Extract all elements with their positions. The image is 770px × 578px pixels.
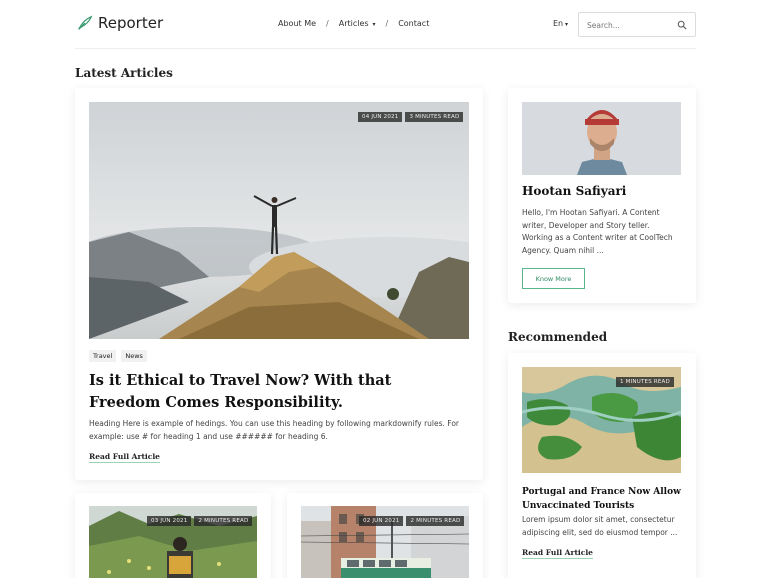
author-name: Hootan Safiyari bbox=[522, 184, 627, 198]
read-time-badge: 3 MINUTES READ bbox=[405, 112, 464, 122]
featured-article-title[interactable]: Is it Ethical to Travel Now? With that F… bbox=[89, 370, 459, 414]
site-logo[interactable]: Reporter bbox=[76, 14, 163, 32]
search-input[interactable] bbox=[579, 14, 669, 37]
read-time-badge: 2 MINUTES READ bbox=[406, 516, 465, 526]
search-icon[interactable] bbox=[677, 20, 687, 30]
read-time-badge: 1 MINUTES READ bbox=[616, 377, 674, 387]
header-divider bbox=[75, 48, 696, 49]
nav-separator: / bbox=[385, 19, 389, 28]
author-avatar bbox=[522, 102, 681, 175]
date-badge: 03 JUN 2021 bbox=[147, 516, 192, 526]
latest-articles-heading: Latest Articles bbox=[75, 66, 173, 80]
featured-read-link[interactable]: Read Full Article bbox=[89, 452, 160, 463]
nav-separator: / bbox=[326, 19, 329, 28]
know-more-button[interactable]: Know More bbox=[522, 268, 585, 289]
tag-travel[interactable]: Travel bbox=[89, 350, 117, 362]
featured-article-image[interactable] bbox=[89, 102, 469, 339]
date-badge: 02 JUN 2021 bbox=[359, 516, 404, 526]
recommended-read-link[interactable]: Read Full Article bbox=[522, 548, 593, 559]
article-meta-badges: 03 JUN 2021 2 MINUTES READ bbox=[147, 516, 253, 526]
chevron-down-icon: ▾ bbox=[370, 21, 376, 28]
recommended-article-excerpt: Lorem ipsum dolor sit amet, consectetur … bbox=[522, 515, 678, 537]
main-nav: About Me / Articles ▾ / Contact bbox=[278, 19, 429, 28]
feather-logo-icon bbox=[78, 15, 93, 30]
nav-about-me[interactable]: About Me bbox=[278, 19, 316, 28]
logo-text: Reporter bbox=[98, 14, 164, 32]
featured-tags: Travel News bbox=[89, 350, 147, 362]
date-badge: 04 JUN 2021 bbox=[358, 112, 403, 122]
nav-articles[interactable]: Articles ▾ bbox=[339, 19, 376, 28]
language-label: En bbox=[553, 19, 564, 28]
search-box bbox=[578, 12, 696, 37]
tag-news[interactable]: News bbox=[121, 350, 147, 362]
language-selector[interactable]: En ▾ bbox=[553, 19, 568, 28]
chevron-down-icon: ▾ bbox=[563, 21, 569, 28]
read-time-badge: 2 MINUTES READ bbox=[194, 516, 253, 526]
site-header: Reporter About Me / Articles ▾ / Contact… bbox=[0, 0, 770, 48]
recommended-article-title[interactable]: Portugal and France Now Allow Unvaccinat… bbox=[522, 485, 687, 513]
recommended-meta-badges: 1 MINUTES READ bbox=[616, 377, 674, 387]
recommended-heading: Recommended bbox=[508, 330, 608, 344]
featured-article-excerpt: Heading Here is example of hedings. You … bbox=[89, 419, 460, 441]
nav-articles-label: Articles bbox=[338, 19, 369, 28]
nav-contact[interactable]: Contact bbox=[398, 19, 429, 28]
featured-meta-badges: 04 JUN 2021 3 MINUTES READ bbox=[358, 112, 464, 122]
article-meta-badges: 02 JUN 2021 2 MINUTES READ bbox=[359, 516, 465, 526]
author-bio: Hello, I'm Hootan Safiyari. A Content wr… bbox=[522, 208, 673, 255]
